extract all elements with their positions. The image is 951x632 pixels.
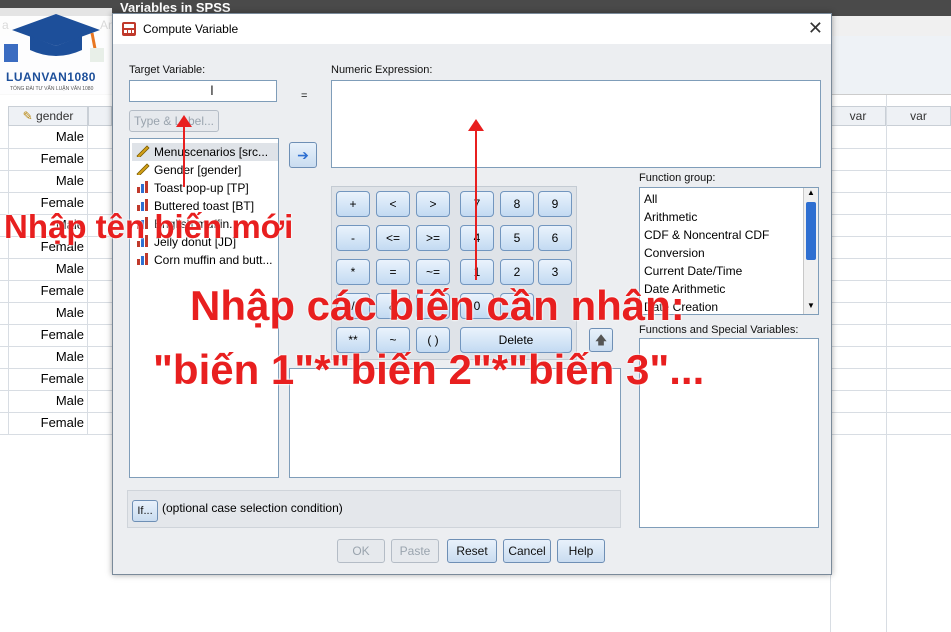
brand-tagline: TỔNG ĐÀI TƯ VẤN LUẬN VĂN 1080 <box>10 86 94 92</box>
text-cursor-icon: I <box>210 82 214 98</box>
function-group-item[interactable]: Current Date/Time <box>644 262 742 280</box>
arrow-up-icon: 🡅 <box>594 333 608 347</box>
keypad-button[interactable]: 8 <box>500 191 534 217</box>
variable-item[interactable]: Corn muffin and butt... <box>136 251 273 269</box>
numeric-expression-input[interactable] <box>331 80 821 168</box>
scrollbar[interactable]: ▲ ▼ <box>803 188 818 314</box>
annotation-new-variable: Nhập tên biến mới <box>4 208 294 245</box>
move-to-expression-button[interactable]: ➔ <box>289 142 317 168</box>
gender-cell[interactable]: Female <box>8 324 88 346</box>
gender-cell[interactable]: Female <box>8 280 88 302</box>
column-header-label: gender <box>36 109 74 123</box>
keypad-button[interactable]: + <box>336 191 370 217</box>
close-icon[interactable]: ✕ <box>808 18 823 39</box>
variable-label: Menuscenarios [src... <box>154 145 269 159</box>
gender-cell[interactable]: Female <box>8 412 88 434</box>
grid-line <box>886 95 887 632</box>
annotation-arrowhead-expression <box>468 119 484 131</box>
gender-cell[interactable]: Male <box>8 390 88 412</box>
annotation-arrow-expression <box>475 130 477 280</box>
function-group-item[interactable]: Conversion <box>644 244 705 262</box>
equals-sign: = <box>301 90 308 102</box>
variable-item[interactable]: Gender [gender] <box>136 161 241 179</box>
column-header-gender[interactable]: ✎ gender <box>8 106 88 126</box>
calculator-keypad: + < >7 8 9- <= >= 4 5 6 * = ~= 1 2 3/& | 0. ** ~( ) Delete <box>331 186 577 360</box>
variable-label: Corn muffin and butt... <box>154 253 273 267</box>
gender-cell[interactable]: Male <box>8 170 88 192</box>
variable-label: Gender [gender] <box>154 163 242 177</box>
gender-cell[interactable]: Male <box>8 346 88 368</box>
type-label-button[interactable]: Type & Label... <box>129 110 219 132</box>
gender-cell[interactable]: Male <box>8 302 88 324</box>
gender-cell[interactable]: Female <box>8 148 88 170</box>
if-button[interactable]: If... <box>132 500 158 522</box>
function-group-item[interactable]: All <box>644 190 657 208</box>
brand-logo: LUANVAN1080 TỔNG ĐÀI TƯ VẤN LUẬN VĂN 108… <box>0 8 112 100</box>
annotation-arrowhead-target <box>176 115 192 127</box>
bar-chart-icon <box>136 252 150 265</box>
function-group-item[interactable]: CDF & Noncentral CDF <box>644 226 769 244</box>
column-header-var-2[interactable]: var <box>886 106 951 126</box>
column-header-var-1[interactable]: var <box>830 106 886 126</box>
function-group-item[interactable]: Arithmetic <box>644 208 697 226</box>
help-button[interactable]: Help <box>557 539 605 563</box>
annotation-enter-vars-line2: "biến 1"*"biến 2"*"biến 3"... <box>153 346 705 393</box>
ruler-icon <box>136 144 150 159</box>
keypad-button[interactable]: - <box>336 225 370 251</box>
keypad-button[interactable]: 4 <box>460 225 494 251</box>
if-condition-text: (optional case selection condition) <box>162 501 343 515</box>
scrollbar-thumb[interactable] <box>806 202 816 260</box>
gender-cell[interactable]: Male <box>8 258 88 280</box>
dialog-title-bar[interactable]: Compute Variable ✕ <box>113 14 831 44</box>
target-variable-label: Target Variable: <box>129 64 206 76</box>
keypad-button[interactable]: 9 <box>538 191 572 217</box>
ok-button[interactable]: OK <box>337 539 385 563</box>
bar-chart-icon <box>136 180 150 193</box>
brand-name: LUANVAN1080 <box>6 70 96 84</box>
keypad-button[interactable]: 7 <box>460 191 494 217</box>
function-group-label: Function group: <box>639 172 716 184</box>
if-condition-row: If... (optional case selection condition… <box>127 490 621 528</box>
annotation-arrow-target <box>183 125 185 187</box>
scroll-up-icon[interactable]: ▲ <box>805 188 817 200</box>
variable-label: Toast pop-up [TP] <box>154 181 249 195</box>
ruler-icon: ✎ <box>22 109 33 123</box>
keypad-button[interactable]: > <box>416 191 450 217</box>
keypad-button[interactable]: 6 <box>538 225 572 251</box>
column-header-next[interactable] <box>88 106 112 126</box>
variable-item[interactable]: Toast pop-up [TP] <box>136 179 249 197</box>
column-header-label: var <box>910 109 927 123</box>
cancel-button[interactable]: Cancel <box>503 539 551 563</box>
gender-cell[interactable]: Female <box>8 368 88 390</box>
keypad-button[interactable]: 5 <box>500 225 534 251</box>
reset-button[interactable]: Reset <box>447 539 497 563</box>
column-header-label: var <box>849 109 867 123</box>
keypad-button[interactable]: >= <box>416 225 450 251</box>
variable-item[interactable]: Menuscenarios [src... <box>132 143 278 161</box>
paste-button[interactable]: Paste <box>391 539 439 563</box>
arrow-right-icon: ➔ <box>297 147 309 163</box>
keypad-button[interactable]: <= <box>376 225 410 251</box>
calculator-icon <box>122 22 136 36</box>
annotation-enter-vars-line1: Nhập các biến cần nhân: <box>190 282 685 329</box>
dialog-title: Compute Variable <box>143 22 239 36</box>
scroll-down-icon[interactable]: ▼ <box>805 301 817 313</box>
target-variable-input[interactable]: I <box>129 80 277 102</box>
gender-cell[interactable]: Male <box>8 126 88 148</box>
ruler-icon <box>136 162 150 177</box>
keypad-button[interactable]: < <box>376 191 410 217</box>
numeric-expression-label: Numeric Expression: <box>331 64 433 76</box>
